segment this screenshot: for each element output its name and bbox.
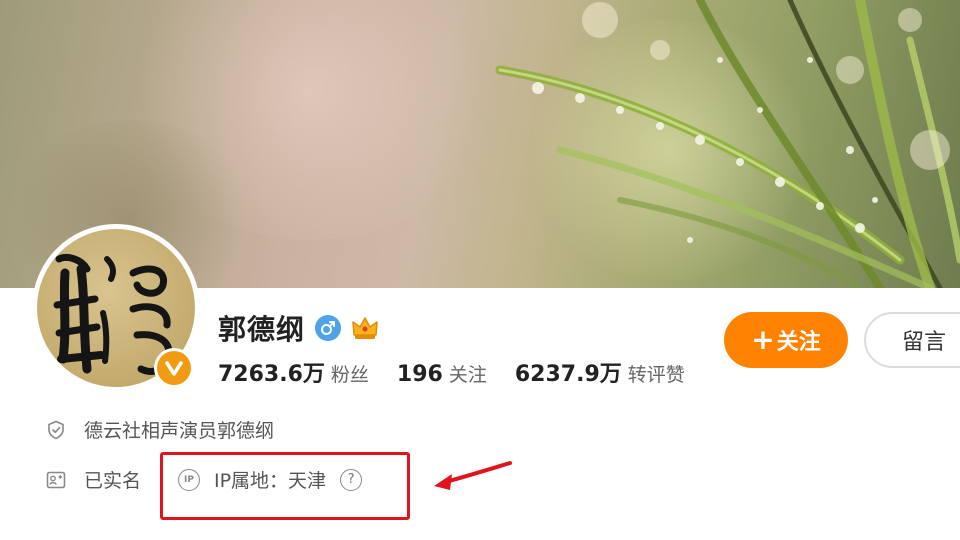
- stat-followers[interactable]: 7263.6万 粉丝: [218, 356, 369, 388]
- stat-value: 7263.6万: [218, 362, 325, 387]
- id-card-icon: [46, 470, 66, 490]
- stat-engagement[interactable]: 6237.9万 转评赞: [515, 356, 685, 388]
- annotation-arrow: [434, 461, 512, 490]
- stat-label: 转评赞: [627, 364, 685, 386]
- follow-label: 关注: [776, 330, 821, 355]
- stat-following[interactable]: 196 关注: [397, 360, 487, 387]
- follow-button[interactable]: + 关注: [724, 312, 848, 368]
- message-button[interactable]: 留言: [864, 312, 960, 368]
- description-text: 德云社相声演员郭德纲: [84, 420, 275, 442]
- stat-value: 196: [396, 362, 443, 387]
- message-label: 留言: [902, 330, 947, 355]
- male-icon: [315, 315, 342, 341]
- profile-name: 郭德纲: [218, 313, 306, 346]
- verified-badge: [154, 348, 194, 388]
- stat-value: 6237.9万: [514, 362, 622, 387]
- real-name-status: 已实名: [46, 466, 141, 493]
- profile-description: 德云社相声演员郭德纲: [46, 416, 274, 443]
- real-name-text: 已实名: [84, 470, 142, 492]
- profile-stats: 7263.6万 粉丝 196 关注 6237.9万 转评赞: [218, 356, 685, 388]
- stat-label: 粉丝: [330, 364, 369, 386]
- stat-label: 关注: [448, 364, 487, 386]
- crown-icon[interactable]: [351, 314, 379, 342]
- annotation-highlight-box: [160, 452, 410, 520]
- shield-icon: [46, 420, 66, 440]
- verified-v-icon: [157, 351, 191, 385]
- profile-name-row: 郭德纲: [218, 308, 379, 348]
- plus-icon: +: [751, 323, 775, 356]
